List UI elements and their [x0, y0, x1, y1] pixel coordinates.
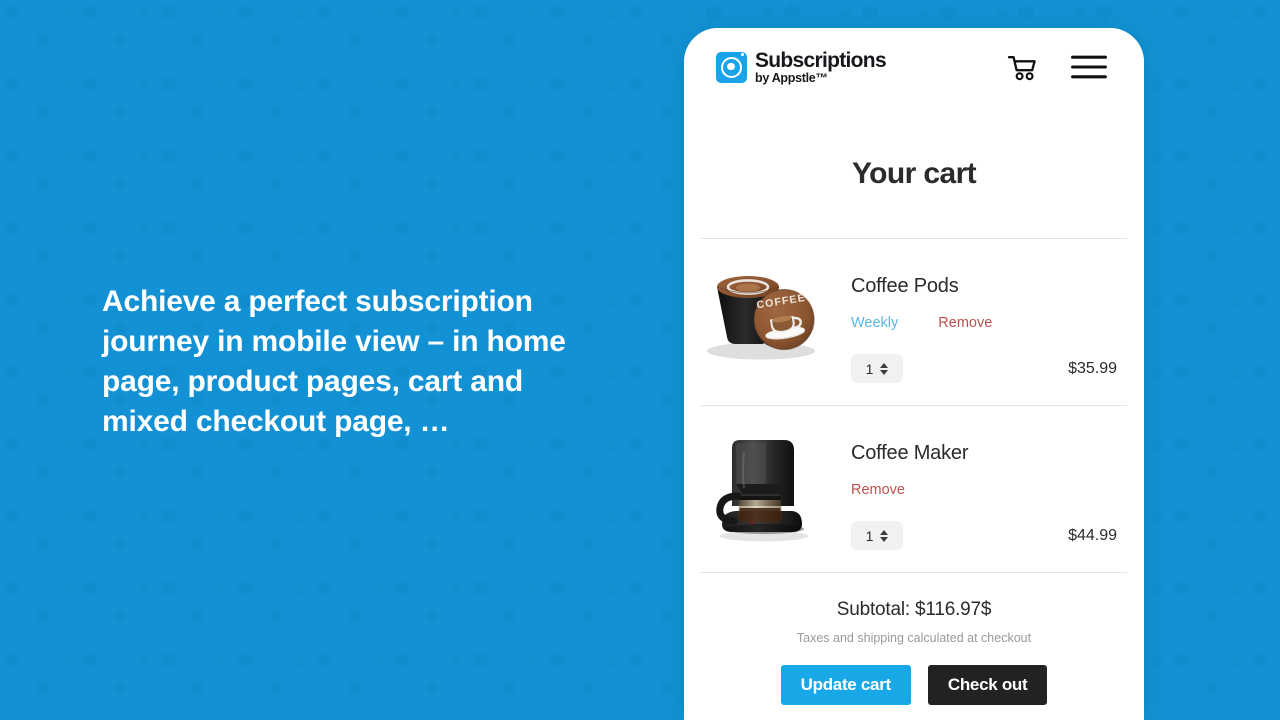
cart-totals: Subtotal: $116.97$ Taxes and shipping ca…: [684, 573, 1144, 705]
logo-title: Subscriptions: [755, 48, 887, 72]
marketing-headline: Achieve a perfect subscription journey i…: [102, 285, 566, 438]
page-title: Your cart: [851, 157, 977, 190]
cart-item-details: Coffee Pods Weekly Remove 1 $35.99: [827, 261, 1127, 383]
stepper-arrows-icon[interactable]: [880, 529, 889, 542]
product-title[interactable]: Coffee Maker: [851, 442, 1127, 465]
cart-item-row: Coffee Maker Remove 1 $44.99: [684, 406, 1144, 550]
update-cart-button[interactable]: Update cart: [780, 665, 911, 705]
line-item-price: $44.99: [1068, 526, 1117, 544]
remove-link[interactable]: Remove: [851, 482, 905, 498]
coffee-pods-image[interactable]: COFFEE: [701, 261, 827, 383]
cart-item-links: Remove: [851, 481, 1127, 499]
logo-subtitle: by Appstle™: [755, 70, 828, 85]
store-header: Subscriptions by Appstle™: [684, 28, 1144, 106]
cart-item-details: Coffee Maker Remove 1 $44.99: [827, 428, 1127, 550]
mobile-device-mockup: Subscriptions by Appstle™ Your cart COFF…: [684, 28, 1144, 720]
marketing-copy: Achieve a perfect subscription journey i…: [102, 282, 602, 442]
quantity-stepper[interactable]: 1: [851, 354, 903, 383]
cart-page: Your cart COFFEE Coffee Pods Weekly Remo…: [684, 106, 1144, 705]
store-logo[interactable]: Subscriptions by Appstle™: [716, 48, 887, 85]
quantity-stepper[interactable]: 1: [851, 521, 903, 550]
line-item-price: $35.99: [1068, 359, 1117, 377]
appstle-subscriptions-logo-icon: [716, 51, 747, 83]
product-title[interactable]: Coffee Pods: [851, 275, 1127, 298]
tax-note: Taxes and shipping calculated at checkou…: [796, 631, 1032, 645]
quantity-value: 1: [865, 527, 874, 544]
cart-item-row: COFFEE Coffee Pods Weekly Remove 1 $35.9…: [684, 239, 1144, 383]
checkout-button[interactable]: Check out: [927, 665, 1048, 705]
remove-link[interactable]: Remove: [938, 315, 992, 331]
cart-item-controls: 1 $35.99: [851, 354, 1127, 383]
quantity-value: 1: [865, 360, 874, 377]
header-actions: [1007, 54, 1107, 81]
subtotal-label: Subtotal: $116.97$: [836, 599, 992, 620]
cart-item-links: Weekly Remove: [851, 314, 1127, 332]
menu-icon[interactable]: [1071, 54, 1107, 80]
cart-actions: Update cart Check out: [701, 665, 1127, 705]
coffee-maker-image[interactable]: [701, 428, 827, 550]
cart-icon[interactable]: [1007, 54, 1038, 81]
stepper-arrows-icon[interactable]: [880, 362, 889, 375]
subscription-plan-link[interactable]: Weekly: [851, 315, 898, 331]
cart-item-controls: 1 $44.99: [851, 521, 1127, 550]
